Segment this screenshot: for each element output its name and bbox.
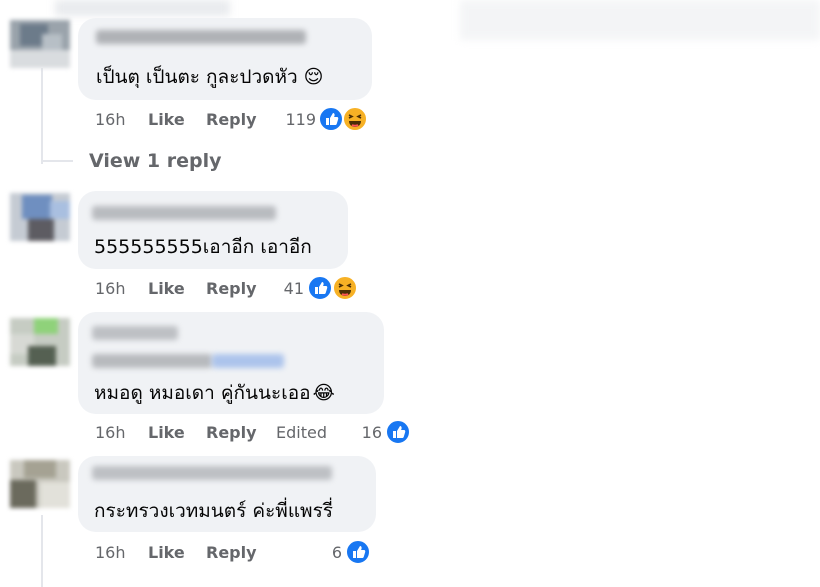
thread-line-bottom bbox=[41, 515, 43, 587]
comment-text: เป็นตุ เป็นตะ กูละปวดหัว 😌 bbox=[96, 66, 324, 88]
comment-text: กระทรวงเวทมนตร์ ค่ะพี่แพรรี่ bbox=[94, 500, 333, 522]
avatar[interactable] bbox=[10, 318, 70, 366]
avatar[interactable] bbox=[10, 193, 70, 241]
edited-label[interactable]: Edited bbox=[276, 423, 327, 442]
comment-time[interactable]: 16h bbox=[95, 423, 126, 442]
reply-button[interactable]: Reply bbox=[206, 279, 257, 298]
comment-time[interactable]: 16h bbox=[95, 543, 126, 562]
haha-reaction-icon[interactable] bbox=[342, 106, 368, 132]
top-blurred-area-right bbox=[460, 0, 820, 40]
like-button[interactable]: Like bbox=[148, 543, 185, 562]
thread-line bbox=[41, 68, 43, 164]
reaction-count[interactable]: 119 bbox=[270, 110, 316, 129]
author-name-blurred[interactable] bbox=[92, 206, 276, 220]
reaction-count[interactable]: 6 bbox=[310, 543, 342, 562]
top-blurred-area bbox=[55, 0, 230, 16]
like-reaction-icon[interactable] bbox=[318, 106, 344, 132]
view-replies-link[interactable]: View 1 reply bbox=[89, 150, 222, 172]
avatar[interactable] bbox=[10, 460, 70, 508]
reply-button[interactable]: Reply bbox=[206, 423, 257, 442]
reply-button[interactable]: Reply bbox=[206, 110, 257, 129]
like-reaction-icon[interactable] bbox=[385, 419, 411, 445]
tears-of-joy-emoji: 😂 bbox=[312, 382, 335, 404]
like-reaction-icon[interactable] bbox=[345, 539, 371, 565]
relieved-emoji: 😌 bbox=[303, 66, 324, 88]
haha-reaction-icon[interactable] bbox=[332, 275, 358, 301]
like-button[interactable]: Like bbox=[148, 279, 185, 298]
author-name-blurred[interactable] bbox=[96, 30, 306, 44]
thread-connector bbox=[41, 160, 73, 162]
reaction-count[interactable]: 16 bbox=[340, 423, 382, 442]
comment-text: 555555555เอาอีก เอาอีก bbox=[94, 236, 312, 258]
reaction-count[interactable]: 41 bbox=[260, 279, 304, 298]
author-link-blurred[interactable] bbox=[212, 354, 284, 368]
like-button[interactable]: Like bbox=[148, 423, 185, 442]
author-name-blurred[interactable] bbox=[92, 326, 178, 340]
author-name-blurred[interactable] bbox=[92, 466, 332, 480]
author-subtitle-blurred bbox=[92, 354, 212, 368]
avatar[interactable] bbox=[10, 20, 70, 68]
comment-text: หมอดู หมอเดา คู่กันนะเออ 😂 bbox=[94, 382, 335, 404]
comment-time[interactable]: 16h bbox=[95, 110, 126, 129]
like-reaction-icon[interactable] bbox=[307, 275, 333, 301]
comment-time[interactable]: 16h bbox=[95, 279, 126, 298]
reply-button[interactable]: Reply bbox=[206, 543, 257, 562]
like-button[interactable]: Like bbox=[148, 110, 185, 129]
